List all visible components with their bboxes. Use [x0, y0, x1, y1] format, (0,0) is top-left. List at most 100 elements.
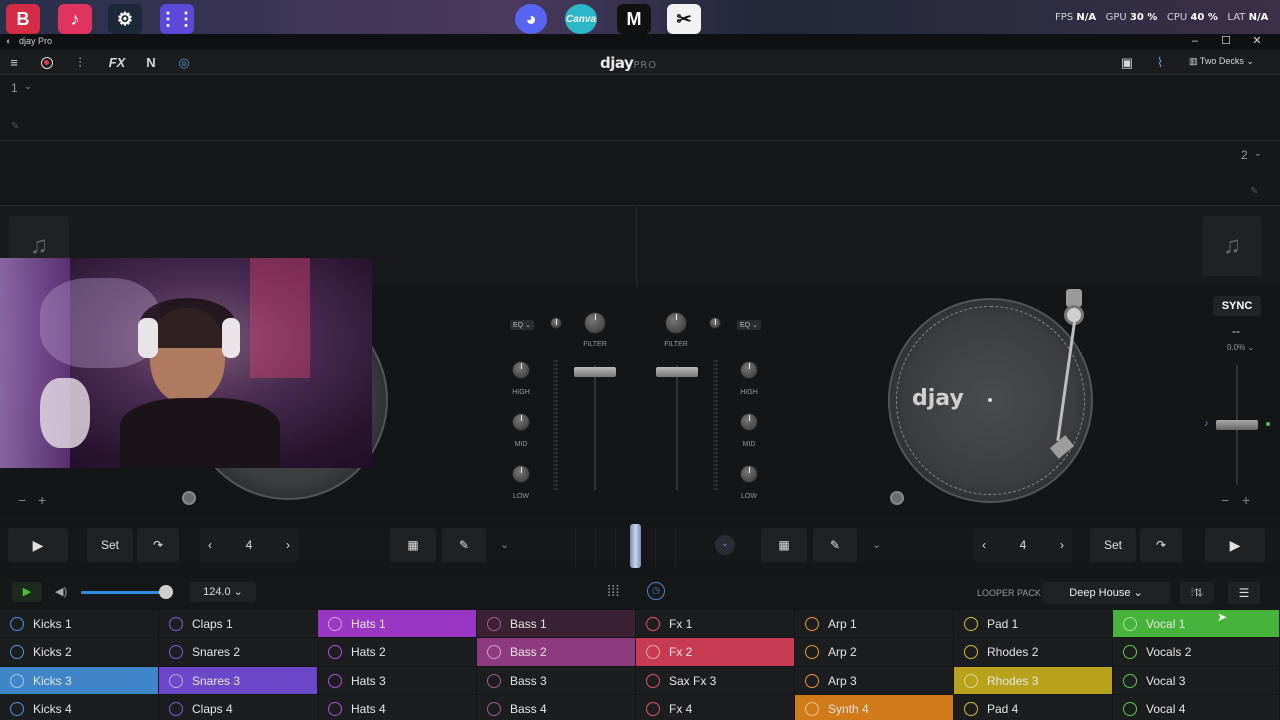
- bpm-selector[interactable]: 124.0 ⌄: [190, 582, 256, 602]
- channel-fader-right[interactable]: [656, 367, 698, 377]
- eq-right-selector[interactable]: EQ ⌄: [737, 320, 761, 330]
- video-icon[interactable]: ▣: [1117, 53, 1137, 73]
- sync-button[interactable]: SYNC: [1213, 296, 1261, 316]
- deck2-keyboard-button[interactable]: ▦: [761, 528, 807, 562]
- loop-cell[interactable]: Vocal 4: [1113, 694, 1280, 720]
- eq-left-selector[interactable]: EQ ⌄: [510, 320, 534, 330]
- deck2-play-button[interactable]: ▶: [1205, 528, 1265, 562]
- loop-cell[interactable]: Bass 1: [477, 610, 636, 639]
- discord-icon[interactable]: ◕: [515, 4, 547, 34]
- loop-cell[interactable]: Kicks 3: [0, 666, 159, 695]
- pitch-readout[interactable]: 0.0% ⌄: [1227, 343, 1254, 352]
- steam-icon[interactable]: ⚙: [108, 4, 142, 34]
- deck1-play-button[interactable]: ▶: [8, 528, 68, 562]
- loop-cell[interactable]: Rhodes 2: [954, 638, 1113, 667]
- low-left-knob[interactable]: [512, 465, 530, 483]
- loop-cell[interactable]: Bass 3: [477, 666, 636, 695]
- deck2-pitch-minus[interactable]: −: [1221, 492, 1229, 508]
- loop-cell[interactable]: Hats 2: [318, 638, 477, 667]
- waveform-icon[interactable]: ⌇: [1150, 53, 1170, 73]
- loop-cell[interactable]: Vocal 3: [1113, 666, 1280, 695]
- deck1-loop-button[interactable]: ↷: [137, 528, 179, 562]
- mid-right-knob[interactable]: [740, 413, 758, 431]
- deck1-cue-dot[interactable]: [182, 491, 196, 505]
- tiktok-icon[interactable]: ♪: [58, 4, 92, 34]
- loop-cell[interactable]: Hats 4: [318, 694, 477, 720]
- deck2-loop-button[interactable]: ↷: [1140, 528, 1182, 562]
- apps-grid-icon[interactable]: ⋮⋮: [159, 4, 195, 34]
- chevron-left-icon[interactable]: ‹: [208, 528, 212, 562]
- sync-circle-icon[interactable]: ◷: [647, 582, 665, 600]
- layout-selector[interactable]: ▥ Two Decks ⌄: [1189, 56, 1254, 67]
- library-icon[interactable]: ⫶: [70, 53, 90, 73]
- loop-cell[interactable]: Fx 2: [636, 638, 795, 667]
- loop-cell[interactable]: Pad 1: [954, 610, 1113, 639]
- fx-button[interactable]: FX: [107, 53, 127, 73]
- chevron-right-icon[interactable]: ›: [1060, 528, 1064, 562]
- deck2-set-button[interactable]: Set: [1090, 528, 1136, 562]
- loop-cell[interactable]: Hats 3: [318, 666, 477, 695]
- deck2-eyedropper-button[interactable]: ✎: [813, 528, 857, 562]
- loop-cell[interactable]: Kicks 2: [0, 638, 159, 667]
- deck2-pitch-plus[interactable]: +: [1242, 492, 1250, 508]
- loop-cell[interactable]: Snares 2: [159, 638, 318, 667]
- loop-cell[interactable]: Vocal 1: [1113, 610, 1280, 639]
- looper-layout-button[interactable]: ☰: [1228, 582, 1260, 604]
- looper-play-button[interactable]: ▶: [12, 582, 42, 602]
- low-right-knob[interactable]: [740, 465, 758, 483]
- deck1-eyedropper-button[interactable]: ✎: [442, 528, 486, 562]
- waveform-lane-deck1[interactable]: 1 ⌄ ✎: [0, 76, 1280, 141]
- loop-cell[interactable]: Snares 3: [159, 666, 318, 695]
- filter-left-knob[interactable]: [584, 312, 606, 334]
- deck1-pitch-minus[interactable]: −: [18, 492, 26, 508]
- loop-cell[interactable]: Arp 2: [795, 638, 954, 667]
- automix-icon[interactable]: ◎: [174, 53, 194, 73]
- volume-slider-thumb[interactable]: [159, 585, 173, 599]
- loop-cell[interactable]: Rhodes 3: [954, 666, 1113, 695]
- capcut-m-icon[interactable]: M: [617, 4, 651, 34]
- loop-cell[interactable]: Kicks 1: [0, 610, 159, 639]
- crossfader-handle[interactable]: [630, 524, 641, 568]
- loop-cell[interactable]: Arp 3: [795, 666, 954, 695]
- deck2-loop-length[interactable]: ‹ 4 ›: [974, 528, 1072, 562]
- app-b-icon[interactable]: B: [6, 4, 40, 34]
- chevron-down-icon[interactable]: ⌄: [872, 538, 881, 551]
- channel-fader-left[interactable]: [574, 367, 616, 377]
- gain-right-knob[interactable]: [709, 317, 721, 329]
- pencil-icon[interactable]: ✎: [1250, 186, 1258, 197]
- minimize-button[interactable]: –: [1180, 34, 1210, 50]
- loop-cell[interactable]: Claps 4: [159, 694, 318, 720]
- crossfader-options-button[interactable]: ⌄: [715, 535, 735, 555]
- loop-cell[interactable]: Arp 1: [795, 610, 954, 639]
- deck1-pitch-plus[interactable]: +: [38, 492, 46, 508]
- loop-cell[interactable]: Synth 4: [795, 694, 954, 720]
- loop-cell[interactable]: Bass 2: [477, 638, 636, 667]
- deck1-loop-length[interactable]: ‹ 4 ›: [200, 528, 298, 562]
- close-button[interactable]: ✕: [1242, 34, 1272, 50]
- mid-left-knob[interactable]: [512, 413, 530, 431]
- loop-cell[interactable]: Hats 1: [318, 610, 477, 639]
- filter-right-knob[interactable]: [665, 312, 687, 334]
- grid-icon[interactable]: ⁞⁞⁞: [607, 583, 620, 600]
- canva-icon[interactable]: Canva: [565, 4, 597, 34]
- loop-cell[interactable]: Fx 4: [636, 694, 795, 720]
- loop-cell[interactable]: Fx 1: [636, 610, 795, 639]
- high-right-knob[interactable]: [740, 361, 758, 379]
- deck1-set-button[interactable]: Set: [87, 528, 133, 562]
- loop-cell[interactable]: Bass 4: [477, 694, 636, 720]
- chevron-left-icon[interactable]: ‹: [982, 528, 986, 562]
- chevron-right-icon[interactable]: ›: [286, 528, 290, 562]
- loop-cell[interactable]: Claps 1: [159, 610, 318, 639]
- looper-pack-selector[interactable]: Deep House ⌄: [1042, 582, 1170, 604]
- loop-cell[interactable]: Kicks 4: [0, 694, 159, 720]
- waveform-lane-deck2[interactable]: 2 ⌄ ✎: [0, 141, 1280, 206]
- deck2-cue-dot[interactable]: [890, 491, 904, 505]
- chevron-down-icon[interactable]: ⌄: [500, 538, 509, 551]
- high-left-knob[interactable]: [512, 361, 530, 379]
- menu-icon[interactable]: ≡: [4, 53, 24, 73]
- loop-cell[interactable]: Sax Fx 3: [636, 666, 795, 695]
- deck1-keyboard-button[interactable]: ▦: [390, 528, 436, 562]
- capcut-icon[interactable]: ✂: [667, 4, 701, 34]
- pitch-fader-handle[interactable]: [1216, 420, 1258, 430]
- loop-cell[interactable]: Vocals 2: [1113, 638, 1280, 667]
